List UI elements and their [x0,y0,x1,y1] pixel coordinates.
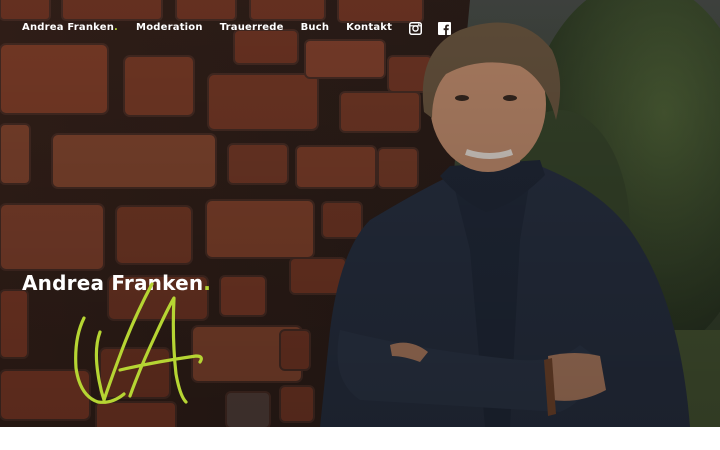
nav-brand-link[interactable]: Andrea Franken. [22,19,118,37]
facebook-icon[interactable] [438,21,452,35]
nav-brand-text: Andrea Franken [22,22,115,33]
nav-item-kontakt[interactable]: Kontakt [346,19,392,37]
social-links [409,21,467,35]
nav-item-trauerrede[interactable]: Trauerrede [220,19,284,37]
signature-af-icon [74,282,203,404]
instagram-icon[interactable] [409,21,423,35]
nav-item-buch[interactable]: Buch [301,19,330,37]
hero-logo: Andrea Franken. [22,270,211,404]
main-nav: Andrea Franken. Moderation Trauerrede Bu… [22,19,467,37]
nav-brand-dot: . [114,22,119,33]
hero-section: Andrea Franken. Moderation Trauerrede Bu… [0,0,720,427]
nav-item-moderation[interactable]: Moderation [136,19,203,37]
footer-strip [0,427,720,450]
